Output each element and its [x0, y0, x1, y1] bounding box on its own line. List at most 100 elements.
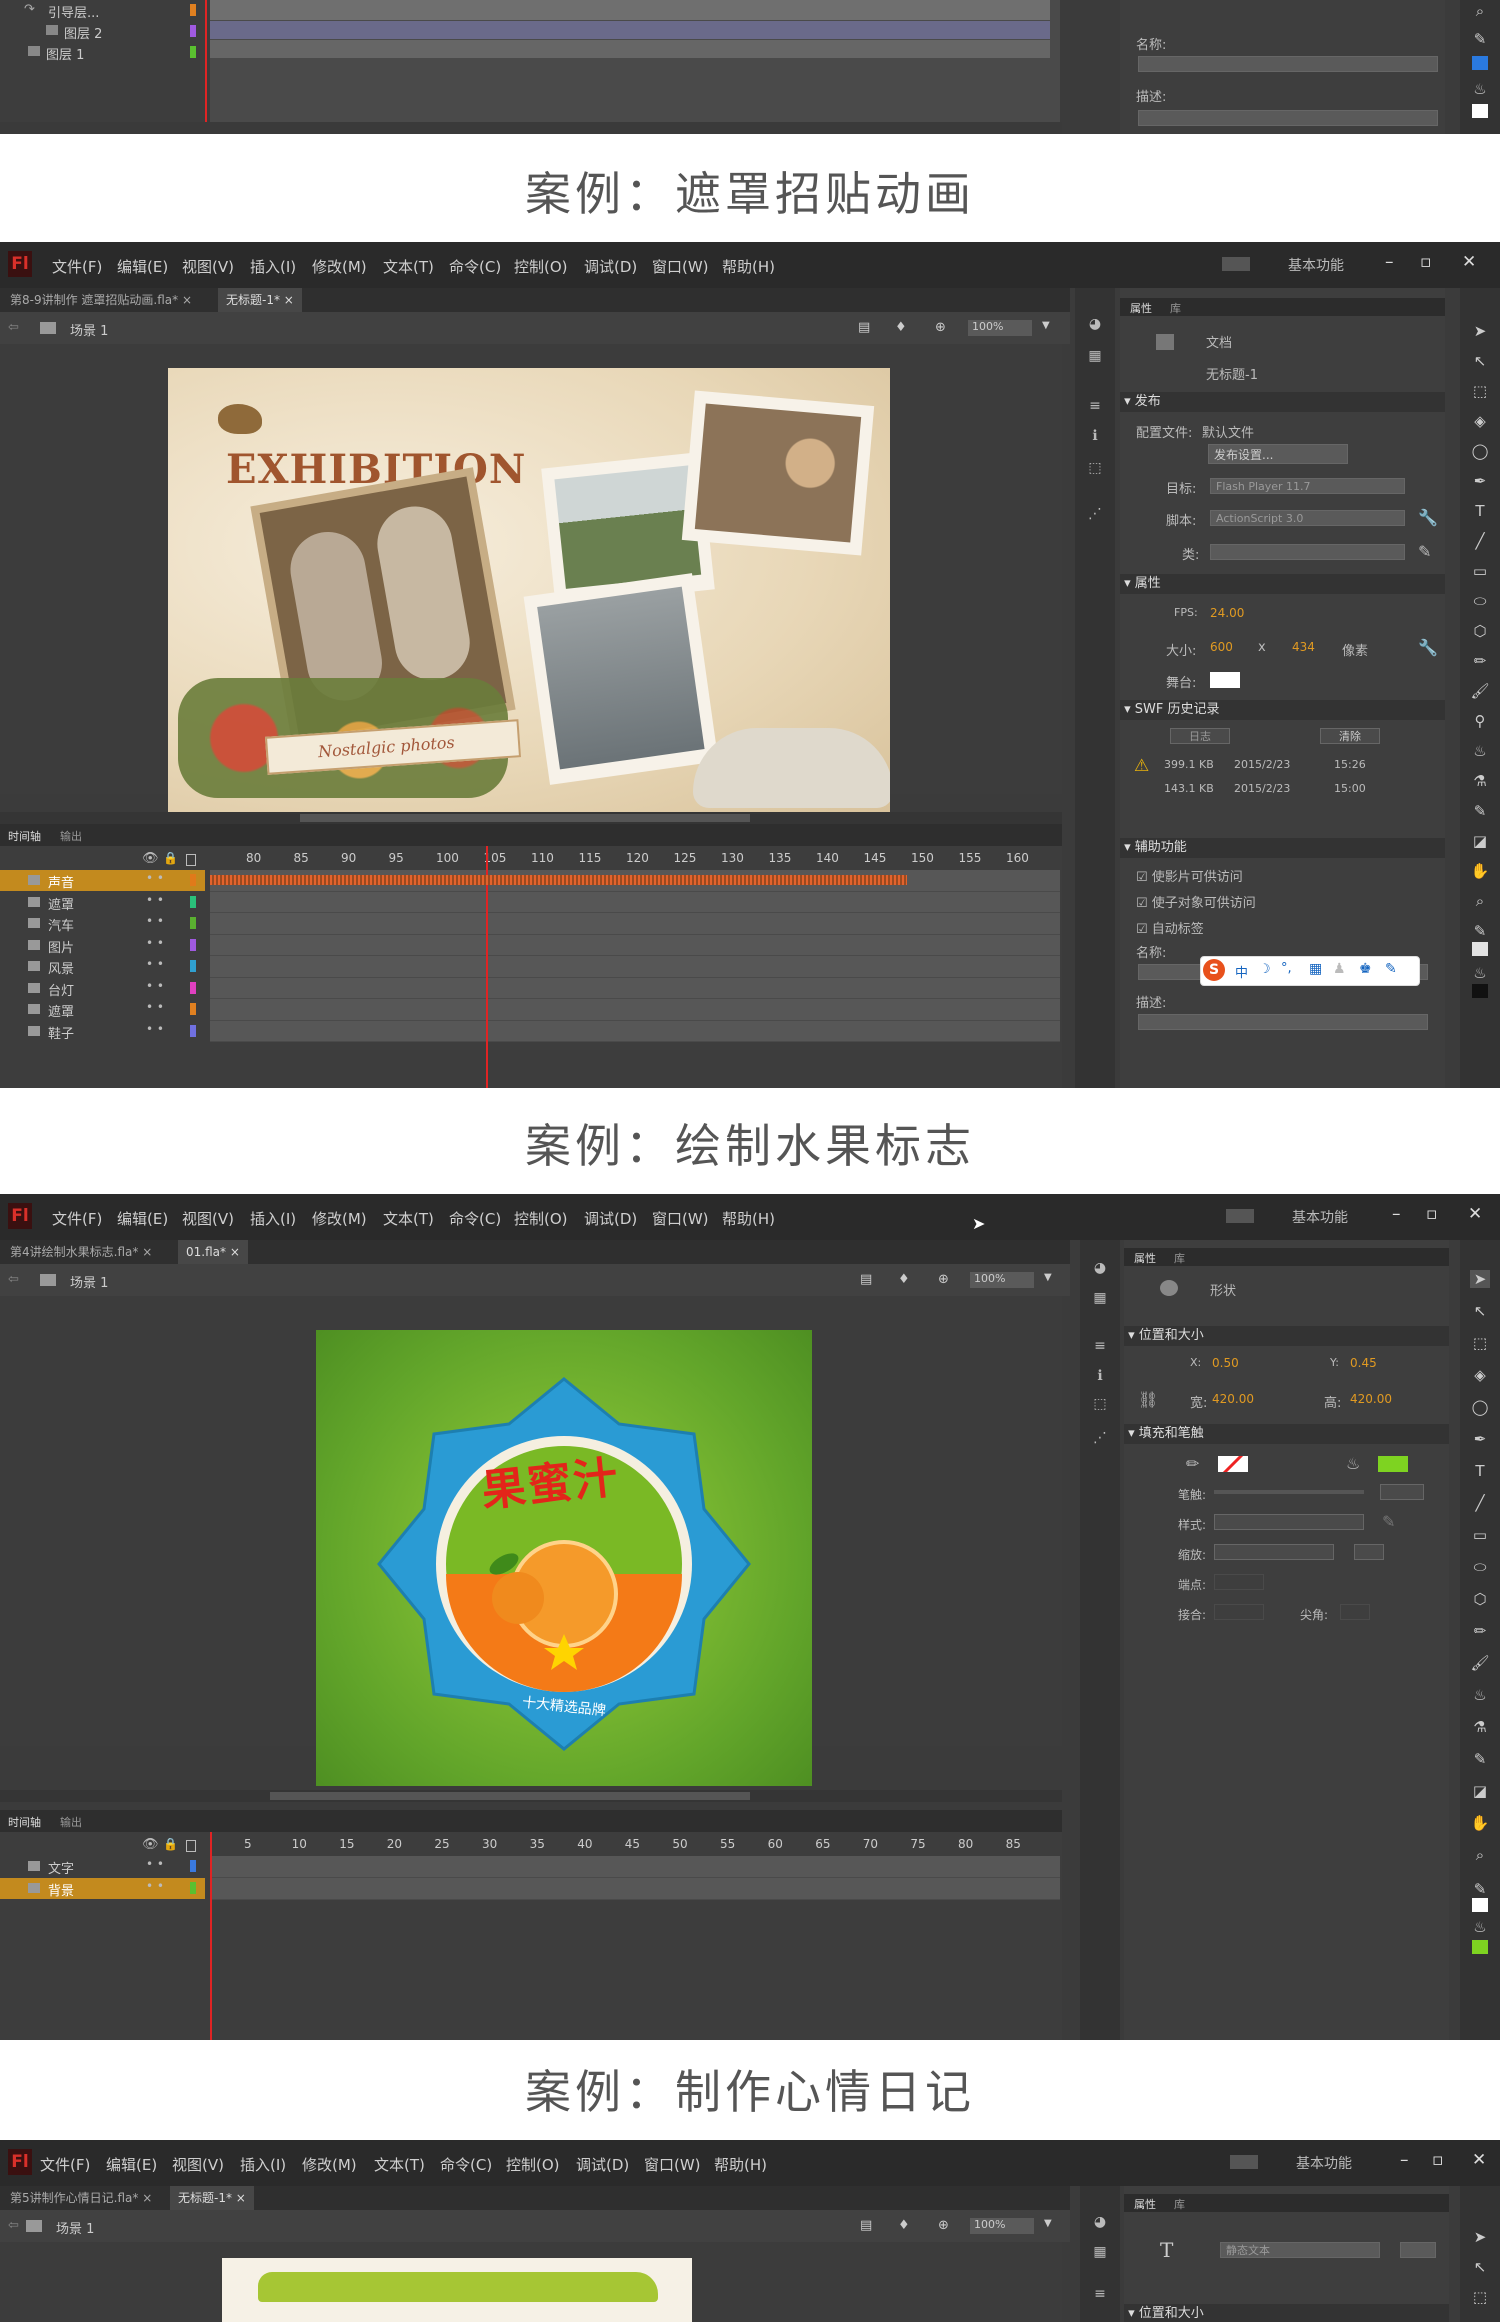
output-tab[interactable]: 输出	[60, 828, 82, 844]
tab-properties[interactable]: 属性	[1134, 1250, 1156, 1266]
menu-insert[interactable]: 插入(I)	[250, 256, 296, 277]
sync-icon[interactable]	[1226, 1209, 1254, 1223]
line-tool-icon[interactable]: ╱	[1470, 1494, 1490, 1512]
doc-tab-active[interactable]: 01.fla* ×	[178, 1240, 248, 1264]
layer-visibility-dots[interactable]: • •	[146, 979, 164, 993]
ruler-tick-label[interactable]: 80	[246, 851, 261, 865]
menu-debug[interactable]: 调试(D)	[584, 1208, 637, 1229]
center-stage-icon[interactable]: ⊕	[938, 2218, 949, 2233]
lock-icon[interactable]: 🔒	[163, 1837, 178, 1851]
swatches-panel-icon[interactable]: ▦	[1089, 1290, 1111, 1308]
section-accessibility[interactable]: ▾ 辅助功能	[1120, 838, 1445, 858]
layer-frames[interactable]	[210, 1020, 1060, 1042]
fill-color-swatch[interactable]	[1472, 984, 1488, 998]
script-select[interactable]: ActionScript 3.0	[1210, 510, 1405, 526]
layer-color-swatch[interactable]	[190, 895, 196, 908]
eraser-tool-icon[interactable]: ◪	[1470, 832, 1490, 850]
layer-row[interactable]: 图层 1	[0, 42, 205, 63]
log-button[interactable]: 日志	[1170, 728, 1230, 744]
bucket-tool-icon[interactable]: ♨	[1470, 80, 1490, 98]
layer-visibility-dots[interactable]: • •	[146, 957, 164, 971]
free-transform-tool-icon[interactable]: ⬚	[1470, 1334, 1490, 1352]
paint-bucket-tool-icon[interactable]: ♨	[1470, 1686, 1490, 1704]
tab-library[interactable]: 库	[1174, 2196, 1185, 2212]
menu-view[interactable]: 视图(V)	[172, 2154, 224, 2175]
class-field[interactable]	[1210, 544, 1405, 560]
zoom-dropdown-icon[interactable]: ▼	[1042, 320, 1050, 331]
lock-proportions-icon[interactable]: ⛓	[1138, 1390, 1158, 1409]
bone-tool-icon[interactable]: ⚲	[1470, 712, 1490, 730]
color-panel-icon[interactable]: ◕	[1089, 1260, 1111, 1278]
layer-frames[interactable]	[210, 891, 1060, 913]
layer-color-swatch[interactable]	[190, 938, 196, 951]
menu-view[interactable]: 视图(V)	[182, 256, 234, 277]
ruler-tick-label[interactable]: 5	[244, 1837, 252, 1851]
ruler-tick-label[interactable]: 70	[863, 1837, 878, 1851]
layer-color-swatch[interactable]	[190, 1882, 196, 1894]
stage-scroll-thumb[interactable]	[300, 814, 750, 822]
subselection-tool-icon[interactable]: ↖	[1470, 352, 1490, 370]
oval-tool-icon[interactable]: ⬭	[1470, 592, 1490, 610]
transform-panel-icon[interactable]: ⬚	[1084, 460, 1106, 478]
menu-debug[interactable]: 调试(D)	[576, 2154, 629, 2175]
free-transform-tool-icon[interactable]: ⬚	[1470, 2288, 1490, 2306]
menu-text[interactable]: 文本(T)	[374, 2154, 425, 2175]
edit-scene-icon[interactable]: ▤	[860, 1272, 872, 1287]
layer-color-swatch[interactable]	[190, 874, 196, 886]
show-hide-icon[interactable]: 👁	[142, 1837, 159, 1852]
workspace-switcher[interactable]: 基本功能	[1288, 255, 1344, 275]
ruler-tick-label[interactable]: 65	[815, 1837, 830, 1851]
lock-icon[interactable]: 🔒	[163, 851, 178, 865]
stroke-color-icon[interactable]: ✎	[1470, 1880, 1490, 1898]
brush-tool-icon[interactable]: 🖌	[1470, 1654, 1490, 1672]
layer-visibility-dots[interactable]: • •	[146, 1022, 164, 1036]
doc-tab-active[interactable]: 无标题-1* ×	[170, 2186, 254, 2210]
ruler-tick-label[interactable]: 135	[769, 851, 792, 865]
menu-insert[interactable]: 插入(I)	[240, 2154, 286, 2175]
stroke-color-none-swatch[interactable]	[1218, 1456, 1248, 1472]
layer-frames[interactable]	[210, 956, 1060, 978]
layer-row[interactable]: 背景 • •	[0, 1878, 205, 1899]
menu-control[interactable]: 控制(O)	[506, 2154, 560, 2175]
layer-visibility-dots[interactable]: • •	[146, 871, 164, 885]
edit-symbol-icon[interactable]: ♦	[898, 2218, 910, 2233]
line-tool-icon[interactable]: ╱	[1470, 532, 1490, 550]
polystar-tool-icon[interactable]: ⬡	[1470, 622, 1490, 640]
ruler-tick-label[interactable]: 15	[339, 1837, 354, 1851]
rectangle-tool-icon[interactable]: ▭	[1470, 562, 1490, 580]
text-tool-icon[interactable]: T	[1470, 502, 1490, 520]
back-arrow-icon[interactable]: ⇦	[8, 320, 19, 335]
size-settings-icon[interactable]: 🔧	[1418, 638, 1438, 657]
selection-tool-icon[interactable]: ➤	[1470, 2228, 1490, 2246]
menu-commands[interactable]: 命令(C)	[440, 2154, 492, 2175]
workspace-switcher[interactable]: 基本功能	[1292, 1207, 1348, 1227]
zoom-dropdown-icon[interactable]: ▼	[1044, 1272, 1052, 1283]
outline-icon[interactable]	[186, 854, 196, 866]
section-position-size[interactable]: ▾ 位置和大小	[1124, 2304, 1449, 2322]
layer-visibility-dots[interactable]: • •	[146, 1879, 164, 1893]
layer-row[interactable]: 声音 • •	[0, 870, 205, 891]
ime-tool-icon[interactable]: ✎	[1385, 961, 1397, 977]
fill-color-icon[interactable]: ♨	[1470, 964, 1490, 982]
layer-row[interactable]: 台灯 • •	[0, 978, 205, 999]
zoom-select[interactable]: 100%	[968, 320, 1032, 336]
free-transform-tool-icon[interactable]: ⬚	[1470, 382, 1490, 400]
brush-tool-icon[interactable]: 🖌	[1470, 682, 1490, 700]
ruler-tick-label[interactable]: 140	[816, 851, 839, 865]
info-panel-icon[interactable]: ℹ	[1089, 1368, 1111, 1386]
fill-color-swatch[interactable]	[1472, 1940, 1488, 1954]
section-publish[interactable]: ▾ 发布	[1120, 392, 1445, 412]
frames-area[interactable]	[210, 0, 1060, 122]
minimize-icon[interactable]: –	[1392, 1204, 1401, 1224]
fill-color-swatch[interactable]	[1472, 104, 1488, 118]
layer-row[interactable]: 图片 • •	[0, 935, 205, 956]
checkbox-children-accessible[interactable]: ☑ 使子对象可供访问	[1136, 892, 1256, 911]
align-panel-icon[interactable]: ≡	[1089, 2286, 1111, 2304]
outline-icon[interactable]	[186, 1840, 196, 1852]
doc-tab[interactable]: 第5讲制作心情日记.fla* ×	[2, 2186, 160, 2210]
logo-canvas[interactable]: 果蜜汁 十大精选品牌	[316, 1330, 812, 1786]
text-orientation-select[interactable]	[1400, 2242, 1436, 2258]
stage-scroll-thumb[interactable]	[270, 1792, 750, 1800]
hand-tool-icon[interactable]: ✋	[1470, 1814, 1490, 1832]
stroke-color-icon[interactable]: ✎	[1470, 922, 1490, 940]
